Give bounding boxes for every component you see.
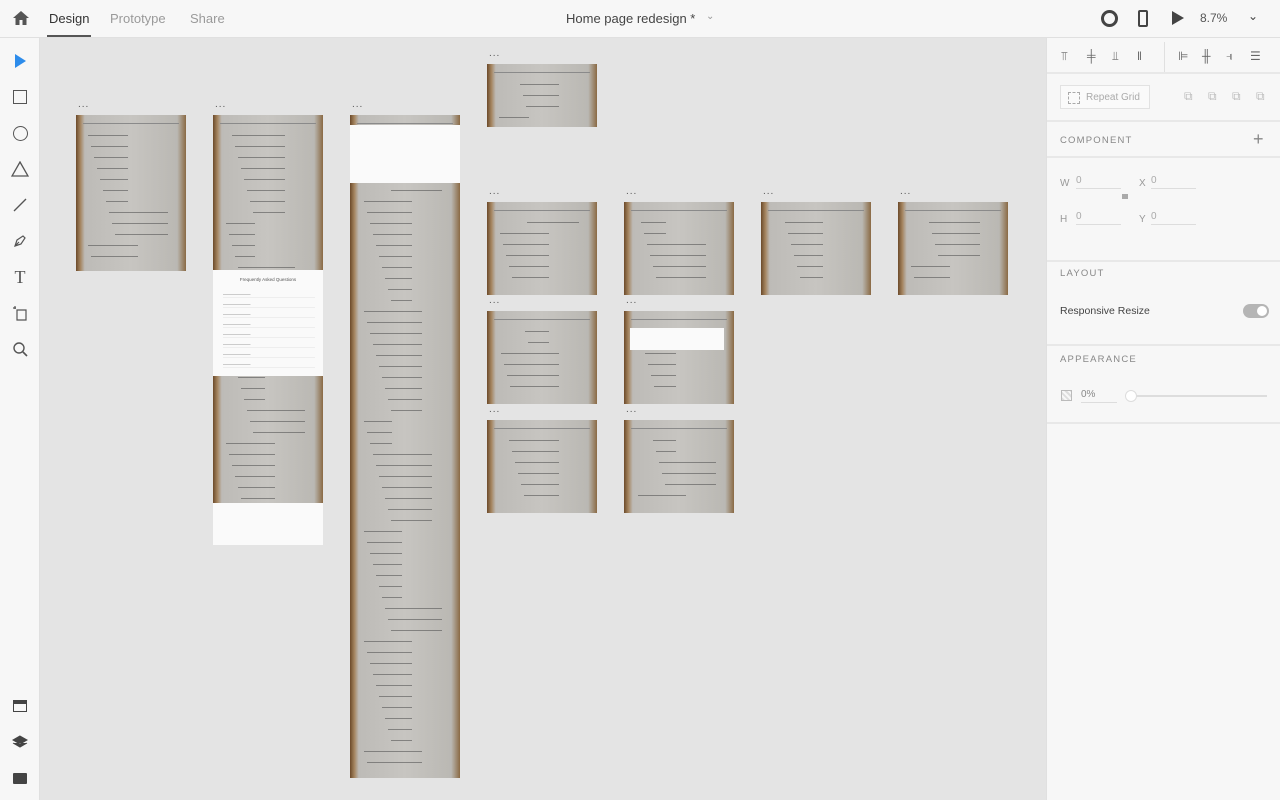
toolbar: T xyxy=(0,38,40,800)
h-label: H xyxy=(1060,214,1068,225)
document-title[interactable]: Home page redesign * xyxy=(566,11,695,26)
align-top-icon[interactable]: ⫪ xyxy=(1061,49,1068,64)
text-icon[interactable]: T xyxy=(10,267,30,287)
artboard[interactable] xyxy=(624,420,734,513)
layout-section: LAYOUT Responsive Resize xyxy=(1047,262,1280,346)
zoom-chevron-icon[interactable]: ⌄ xyxy=(1248,9,1258,23)
artboard[interactable] xyxy=(76,115,186,271)
y-input[interactable]: 0 xyxy=(1151,211,1196,225)
responsive-resize-label: Responsive Resize xyxy=(1060,305,1150,317)
artboard-menu[interactable]: ... xyxy=(489,404,500,415)
artboard[interactable]: Frequently Asked Questions xyxy=(213,115,323,545)
height-input[interactable]: 0 xyxy=(1076,211,1121,225)
align-right-icon[interactable]: ⫣ xyxy=(1226,49,1233,64)
align-section: ⫪ ╪ ⫫ ‖ ⊫ ╫ ⫣ ☰ xyxy=(1047,38,1280,74)
repeat-grid-icon xyxy=(1068,92,1080,104)
align-bottom-icon[interactable]: ⫫ xyxy=(1112,49,1119,64)
device-preview-icon[interactable] xyxy=(1138,10,1148,27)
play-icon[interactable] xyxy=(1172,11,1184,25)
artboard-menu[interactable]: ... xyxy=(489,295,500,306)
triangle-icon[interactable] xyxy=(10,159,30,179)
responsive-resize-toggle[interactable] xyxy=(1243,304,1269,318)
artboard[interactable] xyxy=(761,202,871,295)
boolean-exclude-icon[interactable]: ⧉ xyxy=(1256,89,1265,104)
artboard-menu[interactable]: ... xyxy=(900,186,911,197)
artboard[interactable] xyxy=(624,311,734,404)
artboard[interactable] xyxy=(487,420,597,513)
opacity-input[interactable]: 0% xyxy=(1081,389,1117,403)
artboard[interactable] xyxy=(487,64,597,127)
align-center-icon[interactable]: ╫ xyxy=(1202,49,1211,63)
property-inspector: ⫪ ╪ ⫫ ‖ ⊫ ╫ ⫣ ☰ Repeat Grid ⧉ ⧉ ⧉ ⧉ COMP… xyxy=(1046,38,1280,800)
artboard-menu[interactable]: ... xyxy=(489,48,500,59)
zoom-icon[interactable] xyxy=(10,339,30,359)
distribute-horizontal-icon[interactable]: ☰ xyxy=(1250,49,1261,63)
x-input[interactable]: 0 xyxy=(1151,175,1196,189)
distribute-vertical-icon[interactable]: ‖ xyxy=(1137,49,1142,63)
pen-icon[interactable] xyxy=(10,231,30,251)
artboard-menu[interactable]: ... xyxy=(352,99,363,110)
artboard[interactable] xyxy=(487,311,597,404)
artboard[interactable] xyxy=(898,202,1008,295)
artboard-menu[interactable]: ... xyxy=(626,404,637,415)
zoom-level[interactable]: 8.7% xyxy=(1200,11,1227,25)
plugins-icon[interactable] xyxy=(10,768,30,788)
w-label: W xyxy=(1060,178,1070,189)
align-left-icon[interactable]: ⊫ xyxy=(1178,49,1188,63)
boolean-intersect-icon[interactable]: ⧉ xyxy=(1232,89,1241,104)
component-heading: COMPONENT xyxy=(1060,135,1133,146)
artboard-menu[interactable]: ... xyxy=(489,186,500,197)
top-bar: Design Prototype Share Home page redesig… xyxy=(0,0,1280,38)
repeat-grid-section: Repeat Grid ⧉ ⧉ ⧉ ⧉ xyxy=(1047,74,1280,122)
width-input[interactable]: 0 xyxy=(1076,175,1121,189)
rectangle-icon[interactable] xyxy=(10,87,30,107)
line-icon[interactable] xyxy=(10,195,30,215)
select-icon[interactable] xyxy=(10,51,30,71)
artboard-menu[interactable]: ... xyxy=(763,186,774,197)
component-section: COMPONENT + xyxy=(1047,122,1280,158)
align-middle-icon[interactable]: ╪ xyxy=(1087,49,1096,63)
ellipse-icon[interactable] xyxy=(10,123,30,143)
share-user-icon[interactable] xyxy=(1101,10,1118,27)
repeat-grid-button[interactable]: Repeat Grid xyxy=(1060,85,1150,109)
layout-heading: LAYOUT xyxy=(1060,268,1105,279)
boolean-subtract-icon[interactable]: ⧉ xyxy=(1208,89,1217,104)
artboard[interactable] xyxy=(487,202,597,295)
faq-title: Frequently Asked Questions xyxy=(239,277,297,282)
tab-prototype[interactable]: Prototype xyxy=(110,11,166,26)
tab-share[interactable]: Share xyxy=(190,11,225,26)
artboard-icon[interactable] xyxy=(10,303,30,323)
artboard-menu[interactable]: ... xyxy=(215,99,226,110)
faq-section: Frequently Asked Questions xyxy=(213,270,323,376)
boolean-add-icon[interactable]: ⧉ xyxy=(1184,89,1193,104)
opacity-slider[interactable] xyxy=(1125,390,1267,402)
home-icon[interactable] xyxy=(12,9,30,27)
artboard[interactable] xyxy=(624,202,734,295)
assets-icon[interactable] xyxy=(10,696,30,716)
y-label: Y xyxy=(1139,214,1146,225)
opacity-icon xyxy=(1061,390,1072,401)
lock-aspect-icon[interactable] xyxy=(1122,194,1128,199)
artboard-menu[interactable]: ... xyxy=(78,99,89,110)
chevron-down-icon[interactable]: ⌄ xyxy=(706,11,714,22)
artboard-menu[interactable]: ... xyxy=(626,295,637,306)
appearance-heading: APPEARANCE xyxy=(1060,354,1137,365)
tab-design[interactable]: Design xyxy=(46,11,92,37)
layers-icon[interactable] xyxy=(10,732,30,752)
appearance-section: APPEARANCE 0% xyxy=(1047,346,1280,424)
artboard-menu[interactable]: ... xyxy=(626,186,637,197)
x-label: X xyxy=(1139,178,1146,189)
transform-section: W 0 X 0 H 0 Y 0 xyxy=(1047,158,1280,262)
add-component-icon[interactable]: + xyxy=(1253,129,1264,150)
repeat-grid-label: Repeat Grid xyxy=(1086,92,1140,103)
artboard[interactable] xyxy=(350,115,460,778)
